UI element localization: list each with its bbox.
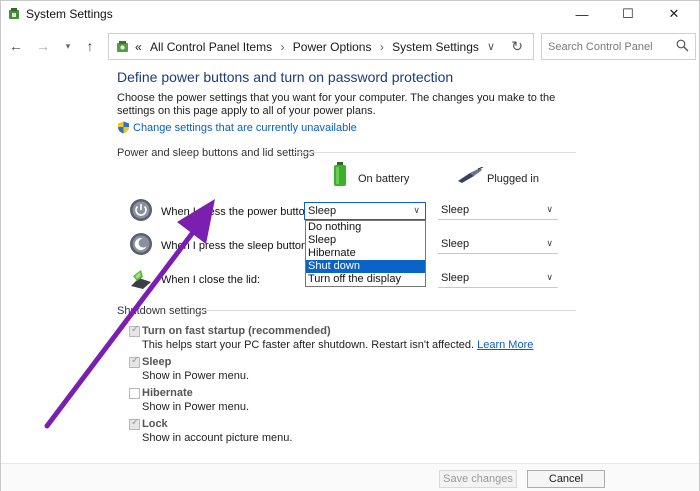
sleep-description: Show in Power menu. xyxy=(142,370,249,382)
control-panel-icon xyxy=(117,41,128,52)
up-button[interactable]: ↑ xyxy=(81,37,99,55)
sleep-label: Sleep xyxy=(142,356,172,368)
change-settings-row[interactable]: Change settings that are currently unava… xyxy=(117,121,357,134)
battery-icon xyxy=(334,162,346,186)
maximize-button[interactable]: ☐ xyxy=(605,1,651,27)
close-lid-label: When I close the lid: xyxy=(161,274,261,286)
power-options-icon xyxy=(9,8,19,19)
dropdown-option-turn-off-display[interactable]: Turn off the display xyxy=(306,273,425,286)
lock-checkbox[interactable] xyxy=(129,417,140,430)
close-button[interactable]: ✕ xyxy=(651,1,697,27)
search-box[interactable]: Search Control Panel xyxy=(541,33,696,60)
section-title-buttons: Power and sleep buttons and lid settings xyxy=(117,147,315,159)
page-description: Choose the power settings that you want … xyxy=(117,92,556,117)
learn-more-link[interactable]: Learn More xyxy=(477,339,533,351)
chevron-down-icon: ∨ xyxy=(546,272,553,282)
power-button-plugged-value: Sleep xyxy=(441,204,470,216)
breadcrumb-power-options[interactable]: Power Options xyxy=(293,40,372,54)
refresh-icon[interactable]: ↻ xyxy=(511,38,523,55)
window-title: System Settings xyxy=(26,7,113,21)
breadcrumb-separator-icon: › xyxy=(379,40,384,54)
cancel-button[interactable]: Cancel xyxy=(527,470,605,488)
power-button-battery-select-open[interactable]: Sleep ∨ xyxy=(304,202,426,220)
lock-label: Lock xyxy=(142,418,168,430)
page-title: Define power buttons and turn on passwor… xyxy=(117,69,454,85)
arrow-right-icon: → xyxy=(36,38,50,54)
power-button-icon xyxy=(130,199,152,221)
sleep-button-plugged-value: Sleep xyxy=(441,238,470,250)
address-bar[interactable]: « All Control Panel Items › Power Option… xyxy=(108,33,534,60)
minimize-button[interactable]: — xyxy=(559,1,605,27)
fast-startup-label: Turn on fast startup (recommended) xyxy=(142,325,331,337)
chevron-down-icon: ▾ xyxy=(65,40,71,51)
arrow-left-icon: ← xyxy=(9,38,23,54)
column-plugged-in: Plugged in xyxy=(487,173,539,185)
power-button-battery-current: Sleep xyxy=(308,205,337,217)
sleep-button-icon xyxy=(130,233,152,255)
back-button[interactable]: ← xyxy=(7,37,25,55)
change-settings-link[interactable]: Change settings that are currently unava… xyxy=(133,122,357,134)
sleep-checkbox[interactable] xyxy=(129,355,140,368)
save-changes-button[interactable]: Save changes xyxy=(439,470,517,488)
navigation-bar: ← → ▾ ↑ « All Control Panel Items › Powe… xyxy=(1,31,699,61)
fast-startup-description: This helps start your PC faster after sh… xyxy=(142,339,533,351)
fast-startup-sub-text: This helps start your PC faster after sh… xyxy=(142,339,475,351)
column-on-battery: On battery xyxy=(358,173,410,185)
dropdown-option-hibernate[interactable]: Hibernate xyxy=(306,247,425,260)
maximize-icon: ☐ xyxy=(622,6,634,21)
minimize-icon: — xyxy=(575,6,589,22)
close-lid-plugged-value: Sleep xyxy=(441,272,470,284)
recent-locations-button[interactable]: ▾ xyxy=(59,37,77,55)
breadcrumb: « All Control Panel Items › Power Option… xyxy=(135,40,479,54)
system-settings-window: System Settings — ☐ ✕ ← → ▾ ↑ « All Cont… xyxy=(0,0,700,491)
dropdown-option-do-nothing[interactable]: Do nothing xyxy=(306,221,425,234)
close-icon: ✕ xyxy=(668,6,680,21)
chevron-down-icon: ∨ xyxy=(546,204,553,214)
close-lid-plugged-select[interactable]: Sleep ∨ xyxy=(438,270,558,288)
laptop-lid-icon xyxy=(131,270,151,289)
section-divider xyxy=(293,152,576,153)
power-plug-icon xyxy=(458,167,484,183)
search-input[interactable]: Search Control Panel xyxy=(548,41,653,53)
breadcrumb-all-items[interactable]: All Control Panel Items xyxy=(150,40,272,54)
hibernate-label: Hibernate xyxy=(142,387,193,399)
dialog-footer: Save changes Cancel xyxy=(1,463,699,491)
breadcrumb-system-settings[interactable]: System Settings xyxy=(392,40,479,54)
uac-shield-icon xyxy=(118,121,129,134)
forward-button[interactable]: → xyxy=(34,37,52,55)
chevron-down-icon: ∨ xyxy=(546,238,553,248)
title-bar: System Settings — ☐ ✕ xyxy=(1,1,699,27)
hibernate-description: Show in Power menu. xyxy=(142,401,249,413)
power-action-dropdown: Do nothing Sleep Hibernate Shut down Tur… xyxy=(305,220,426,287)
chevron-down-icon: ∨ xyxy=(413,205,420,215)
address-dropdown-icon[interactable]: ∨ xyxy=(487,40,495,53)
arrow-up-icon: ↑ xyxy=(86,38,94,54)
sleep-button-label: When I press the sleep button: xyxy=(161,240,311,252)
hibernate-checkbox[interactable] xyxy=(129,388,140,399)
lock-description: Show in account picture menu. xyxy=(142,432,293,444)
section-divider xyxy=(199,310,576,311)
dropdown-option-shut-down[interactable]: Shut down xyxy=(306,260,425,273)
breadcrumb-separator-icon: › xyxy=(280,40,285,54)
dropdown-option-sleep[interactable]: Sleep xyxy=(306,234,425,247)
search-icon[interactable] xyxy=(676,39,689,52)
section-title-shutdown: Shutdown settings xyxy=(117,305,207,317)
sleep-button-plugged-select[interactable]: Sleep ∨ xyxy=(438,236,558,254)
breadcrumb-overflow[interactable]: « xyxy=(135,40,142,54)
power-button-plugged-select[interactable]: Sleep ∨ xyxy=(438,202,558,220)
power-button-label: When I press the power button: xyxy=(161,206,314,218)
fast-startup-checkbox[interactable] xyxy=(129,324,140,337)
